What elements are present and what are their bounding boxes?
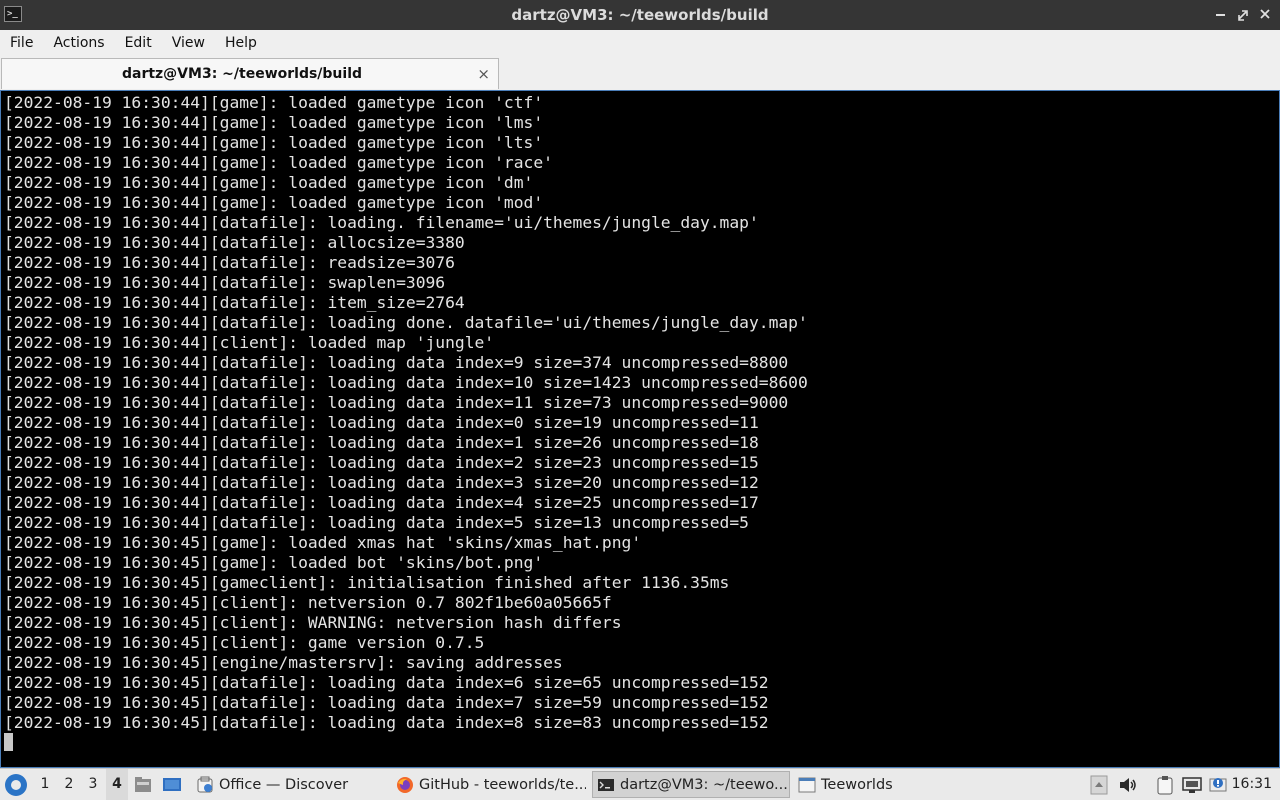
window-titlebar[interactable]: >_ dartz@VM3: ~/teeworlds/build <box>0 0 1280 30</box>
tab-label: dartz@VM3: ~/teeworlds/build <box>121 66 363 82</box>
desktop-3[interactable]: 3 <box>82 769 104 800</box>
terminal-line: [2022-08-19 16:30:44][datafile]: loading… <box>4 513 749 532</box>
task-label: GitHub - teeworlds/te... <box>419 776 586 793</box>
terminal-line: [2022-08-19 16:30:44][game]: loaded game… <box>4 113 544 132</box>
terminal-line: [2022-08-19 16:30:44][game]: loaded game… <box>4 93 544 112</box>
desktop-2[interactable]: 2 <box>58 769 80 800</box>
minimize-icon[interactable] <box>1212 5 1230 25</box>
terminal-line: [2022-08-19 16:30:44][datafile]: loading… <box>4 453 759 472</box>
terminal-line: [2022-08-19 16:30:45][datafile]: loading… <box>4 673 769 692</box>
tab-bar: dartz@VM3: ~/teeworlds/build × <box>0 56 1280 91</box>
terminal-line: [2022-08-19 16:30:44][game]: loaded game… <box>4 193 544 212</box>
task-label: Office — Discover <box>219 776 349 793</box>
clock[interactable]: 16:31 <box>1232 769 1272 800</box>
terminal-line: [2022-08-19 16:30:44][datafile]: loading… <box>4 433 759 452</box>
terminal-line: [2022-08-19 16:30:44][datafile]: loading… <box>4 473 759 492</box>
terminal-line: [2022-08-19 16:30:44][datafile]: loading… <box>4 213 759 232</box>
terminal-line: [2022-08-19 16:30:44][datafile]: loading… <box>4 413 759 432</box>
terminal-line: [2022-08-19 16:30:44][client]: loaded ma… <box>4 333 495 352</box>
terminal-lines: [2022-08-19 16:30:44][game]: loaded game… <box>4 93 808 733</box>
maximize-icon[interactable] <box>1234 5 1252 25</box>
task-terminal[interactable]: dartz@VM3: ~/teewo... <box>592 771 790 798</box>
menu-bar: File Actions Edit View Help <box>0 30 1280 56</box>
menu-file[interactable]: File <box>0 30 43 56</box>
taskbar: 1 2 3 4 Office — Discover GitHub - teewo… <box>0 768 1280 800</box>
terminal-line: [2022-08-19 16:30:45][game]: loaded xmas… <box>4 533 642 552</box>
menu-actions[interactable]: Actions <box>43 30 114 56</box>
panel-scroll-icon[interactable] <box>1090 775 1108 795</box>
terminal-output[interactable]: [2022-08-19 16:30:44][game]: loaded game… <box>0 90 1280 768</box>
terminal-cursor <box>4 733 13 751</box>
terminal-line: [2022-08-19 16:30:45][engine/mastersrv]:… <box>4 653 563 672</box>
terminal-line: [2022-08-19 16:30:44][datafile]: loading… <box>4 353 789 372</box>
terminal-line: [2022-08-19 16:30:45][datafile]: loading… <box>4 693 769 712</box>
network-icon[interactable] <box>1182 775 1202 795</box>
desktop-4[interactable]: 4 <box>106 769 128 800</box>
terminal-line: [2022-08-19 16:30:44][game]: loaded game… <box>4 173 534 192</box>
terminal-line: [2022-08-19 16:30:44][game]: loaded game… <box>4 133 544 152</box>
task-firefox[interactable]: GitHub - teeworlds/te... <box>392 771 586 798</box>
menu-edit[interactable]: Edit <box>115 30 162 56</box>
terminal-tab[interactable]: dartz@VM3: ~/teeworlds/build × <box>1 58 499 89</box>
task-label: dartz@VM3: ~/teewo... <box>620 776 788 793</box>
file-manager-icon[interactable] <box>134 776 152 793</box>
terminal-line: [2022-08-19 16:30:44][datafile]: loading… <box>4 313 808 332</box>
tab-close-icon[interactable]: × <box>477 59 490 89</box>
application-menu-icon[interactable] <box>5 774 27 796</box>
task-label: Teeworlds <box>821 776 893 793</box>
terminal-line: [2022-08-19 16:30:44][datafile]: readsiz… <box>4 253 455 272</box>
show-desktop-icon[interactable] <box>162 776 181 793</box>
terminal-line: [2022-08-19 16:30:44][game]: loaded game… <box>4 153 553 172</box>
clipboard-icon[interactable] <box>1156 775 1174 795</box>
terminal-line: [2022-08-19 16:30:44][datafile]: loading… <box>4 493 759 512</box>
terminal-line: [2022-08-19 16:30:44][datafile]: allocsi… <box>4 233 465 252</box>
task-teeworlds[interactable]: Teeworlds <box>794 771 914 798</box>
update-notifier-icon[interactable] <box>1208 775 1228 795</box>
task-discover[interactable]: Office — Discover <box>192 771 380 798</box>
terminal-line: [2022-08-19 16:30:44][datafile]: swaplen… <box>4 273 446 292</box>
window-title: dartz@VM3: ~/teeworlds/build <box>511 6 769 24</box>
menu-view[interactable]: View <box>162 30 215 56</box>
volume-icon[interactable] <box>1118 775 1138 795</box>
terminal-line: [2022-08-19 16:30:44][datafile]: loading… <box>4 393 789 412</box>
desktop-1[interactable]: 1 <box>34 769 56 800</box>
window-icon <box>798 777 816 792</box>
terminal-line: [2022-08-19 16:30:44][datafile]: item_si… <box>4 293 465 312</box>
terminal-line: [2022-08-19 16:30:45][gameclient]: initi… <box>4 573 730 592</box>
terminal-line: [2022-08-19 16:30:44][datafile]: loading… <box>4 373 808 392</box>
firefox-icon <box>397 776 413 793</box>
terminal-line: [2022-08-19 16:30:45][game]: loaded bot … <box>4 553 544 572</box>
discover-icon <box>197 776 213 792</box>
terminal-icon <box>598 778 614 791</box>
terminal-line: [2022-08-19 16:30:45][client]: game vers… <box>4 633 485 652</box>
close-icon[interactable] <box>1256 5 1274 25</box>
terminal-line: [2022-08-19 16:30:45][client]: netversio… <box>4 593 612 612</box>
terminal-line: [2022-08-19 16:30:45][client]: WARNING: … <box>4 613 622 632</box>
window-controls <box>1212 5 1274 25</box>
terminal-line: [2022-08-19 16:30:45][datafile]: loading… <box>4 713 769 732</box>
menu-help[interactable]: Help <box>215 30 267 56</box>
